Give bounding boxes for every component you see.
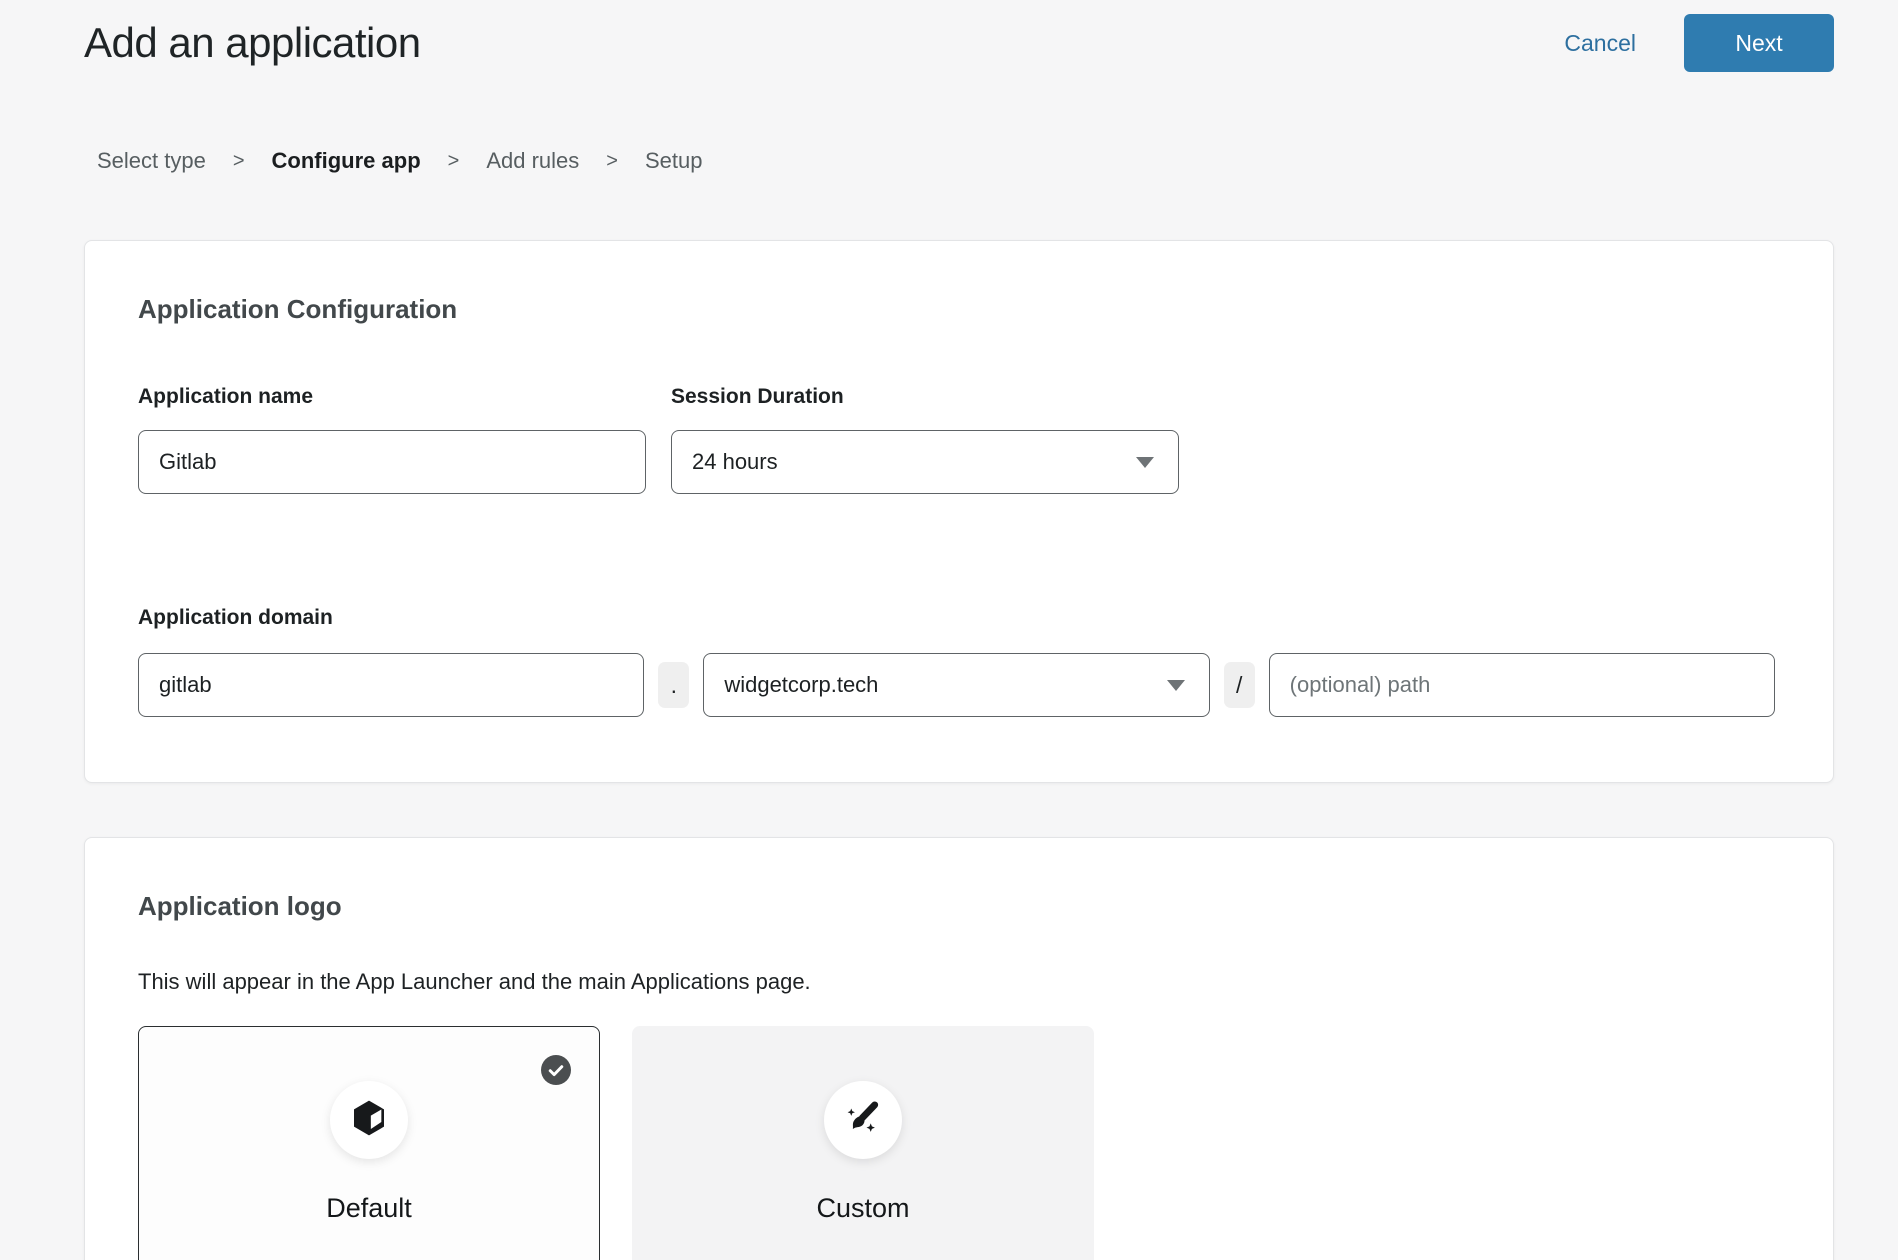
domain-select-value: widgetcorp.tech (724, 672, 878, 698)
logo-card-description: This will appear in the App Launcher and… (138, 968, 1775, 996)
application-name-field: Application name (138, 384, 646, 494)
domain-select[interactable]: widgetcorp.tech (703, 653, 1209, 717)
application-configuration-card: Application Configuration Application na… (84, 240, 1834, 783)
application-domain-label: Application domain (138, 605, 1775, 631)
dot-separator: . (658, 662, 689, 708)
check-icon (541, 1055, 571, 1085)
configuration-card-title: Application Configuration (138, 293, 1775, 325)
cancel-button[interactable]: Cancel (1564, 30, 1636, 57)
name-duration-row: Application name Session Duration 24 hou… (138, 384, 1775, 494)
custom-logo-circle (824, 1081, 902, 1159)
session-duration-label: Session Duration (671, 384, 1179, 410)
slash-separator: / (1224, 662, 1255, 708)
chevron-down-icon (1136, 457, 1154, 468)
step-select-type[interactable]: Select type (97, 148, 206, 174)
step-configure-app[interactable]: Configure app (272, 148, 421, 174)
session-duration-select[interactable]: 24 hours (671, 430, 1179, 494)
next-button[interactable]: Next (1684, 14, 1834, 72)
chevron-separator: > (233, 150, 245, 173)
logo-option-custom[interactable]: Custom (632, 1026, 1094, 1260)
cube-icon (349, 1098, 389, 1143)
default-logo-label: Default (139, 1193, 599, 1224)
application-name-label: Application name (138, 384, 646, 410)
add-application-page: Add an application Cancel Next Select ty… (0, 0, 1898, 1260)
chevron-separator: > (606, 150, 618, 173)
application-domain-row: . widgetcorp.tech / (138, 653, 1775, 717)
logo-card-title: Application logo (138, 890, 1775, 922)
path-input[interactable] (1269, 653, 1775, 717)
application-logo-card: Application logo This will appear in the… (84, 837, 1834, 1260)
session-duration-field: Session Duration 24 hours (671, 384, 1179, 494)
step-setup[interactable]: Setup (645, 148, 703, 174)
paintbrush-icon (842, 1097, 884, 1144)
application-name-input[interactable] (138, 430, 646, 494)
chevron-separator: > (448, 150, 460, 173)
subdomain-input[interactable] (138, 653, 644, 717)
chevron-down-icon (1167, 680, 1185, 691)
page-title: Add an application (84, 19, 421, 67)
wizard-steps: Select type > Configure app > Add rules … (97, 148, 1834, 174)
session-duration-value: 24 hours (692, 449, 778, 475)
page-header: Add an application Cancel Next (84, 14, 1834, 72)
step-add-rules[interactable]: Add rules (486, 148, 579, 174)
logo-option-default[interactable]: Default (138, 1026, 600, 1260)
custom-logo-label: Custom (633, 1193, 1093, 1224)
header-actions: Cancel Next (1564, 14, 1834, 72)
default-logo-circle (330, 1081, 408, 1159)
logo-options-row: Default Custom (138, 1026, 1775, 1260)
